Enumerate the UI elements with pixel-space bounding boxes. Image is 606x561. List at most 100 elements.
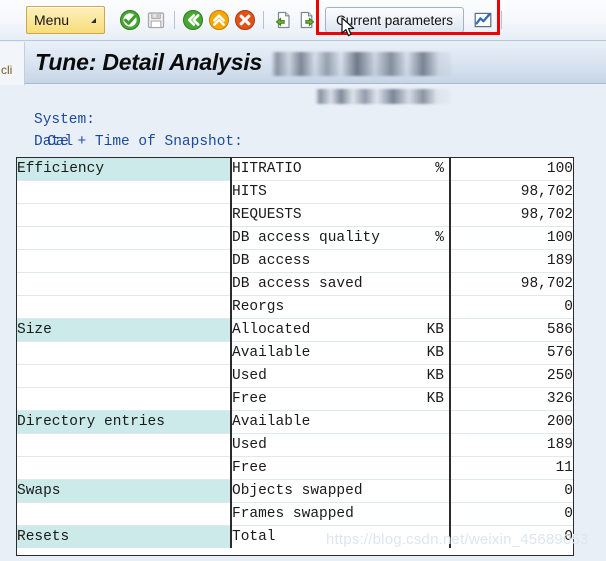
cell-category: Resets: [17, 525, 232, 548]
metric-name-text: Total: [232, 529, 276, 545]
cell-category: [17, 295, 232, 319]
cell-metric-name: Used: [231, 433, 451, 457]
save-icon: [145, 9, 167, 31]
metric-name-text: DB access: [232, 253, 311, 269]
table-row[interactable]: Used KB 250: [17, 364, 573, 388]
cell-metric-name: Reorgs: [231, 295, 451, 319]
table-row[interactable]: DB access 189: [17, 249, 573, 273]
metric-unit-text: KB: [426, 391, 444, 407]
cell-value: 0: [450, 479, 573, 503]
table-row[interactable]: DB access saved 98,702: [17, 272, 573, 296]
cell-value: 189: [450, 249, 573, 273]
table-row[interactable]: Free KB 326: [17, 387, 573, 411]
cell-category: [17, 249, 232, 273]
page-title-redacted-suffix: [271, 51, 452, 76]
metric-name-text: Allocated: [232, 322, 311, 338]
current-parameters-container: Current parameters: [316, 0, 500, 37]
toolbar-separator: [501, 11, 503, 29]
system-value-redacted: [315, 89, 450, 104]
cell-category: [17, 433, 232, 457]
metric-name-text: HITRATIO: [232, 161, 302, 177]
cell-value: 100: [450, 158, 573, 181]
table-row[interactable]: Directory entries Available 200: [17, 410, 573, 434]
back-icon[interactable]: [182, 9, 204, 31]
metric-name-text: Free: [232, 460, 267, 476]
table-row[interactable]: Frames swapped 0: [17, 502, 573, 526]
cell-category: [17, 502, 232, 526]
toolbar-separator: [263, 11, 264, 29]
cell-category: [17, 387, 232, 411]
cell-category: [17, 180, 232, 204]
metric-name-text: Reorgs: [232, 299, 285, 315]
cancel-icon[interactable]: [234, 9, 256, 31]
cell-metric-name: Used KB: [231, 364, 451, 388]
metric-name-text: DB access saved: [232, 276, 363, 292]
system-row: System: Cal: [25, 87, 95, 150]
cell-value: 189: [450, 433, 573, 457]
page-title: Tune: Detail Analysis: [35, 49, 263, 75]
metric-name-text: Used: [232, 368, 267, 384]
metric-name-text: REQUESTS: [232, 207, 302, 223]
cell-value: 98,702: [450, 180, 573, 204]
cell-category: Directory entries: [17, 410, 232, 434]
cell-category: Swaps: [17, 479, 232, 503]
table-row[interactable]: Swaps Objects swapped 0: [17, 479, 573, 503]
table-row[interactable]: Reorgs 0: [17, 295, 573, 319]
table-row[interactable]: HITS 98,702: [17, 180, 573, 204]
table-row[interactable]: Resets Total 0: [17, 525, 573, 548]
table-row[interactable]: Size Allocated KB 586: [17, 318, 573, 342]
cell-metric-name: DB access saved: [231, 272, 451, 296]
cell-value: 0: [450, 525, 573, 548]
check-icon[interactable]: [119, 9, 141, 31]
next-page-icon[interactable]: [297, 9, 319, 31]
cell-metric-name: Available: [231, 410, 451, 434]
chevron-down-icon: [91, 17, 96, 23]
snapshot-label: Date + Time of Snapshot:: [34, 134, 243, 150]
cell-value: 250: [450, 364, 573, 388]
metric-name-text: Frames swapped: [232, 506, 354, 522]
table-row[interactable]: DB access quality% 100: [17, 226, 573, 250]
cell-value: 0: [450, 295, 573, 319]
table-row[interactable]: REQUESTS 98,702: [17, 203, 573, 227]
cell-category: Efficiency: [17, 158, 232, 181]
table-body: Efficiency HITRATIO% 100 HITS 98,702 REQUESTS…: [17, 158, 573, 548]
cell-metric-name: HITS: [231, 180, 451, 204]
cell-category: [17, 272, 232, 296]
metric-name-text: Available: [232, 345, 311, 361]
metric-unit-text: %: [435, 230, 444, 246]
cell-value: 98,702: [450, 272, 573, 296]
metric-name-text: Objects swapped: [232, 483, 363, 499]
metric-unit-text: KB: [426, 345, 444, 361]
metric-unit-text: KB: [426, 368, 444, 384]
cell-category: [17, 203, 232, 227]
previous-page-icon[interactable]: [271, 9, 293, 31]
detail-analysis-table-frame: Efficiency HITRATIO% 100 HITS 98,702 REQUESTS…: [16, 157, 574, 556]
cell-value: 11: [450, 456, 573, 480]
cell-value: 100: [450, 226, 573, 250]
detail-analysis-table: Efficiency HITRATIO% 100 HITS 98,702 REQUESTS…: [17, 158, 573, 548]
cell-metric-name: DB access quality%: [231, 226, 451, 250]
cell-metric-name: HITRATIO%: [231, 158, 451, 181]
table-row[interactable]: Used 189: [17, 433, 573, 457]
cell-value: 326: [450, 387, 573, 411]
table-footer-strip: [17, 548, 573, 555]
cell-value: 586: [450, 318, 573, 342]
menu-button[interactable]: Menu: [26, 6, 105, 34]
menu-button-label: Menu: [34, 12, 70, 28]
cell-category: [17, 226, 232, 250]
cell-metric-name: Total: [231, 525, 451, 548]
cell-metric-name: Frames swapped: [231, 502, 451, 526]
table-row[interactable]: Efficiency HITRATIO% 100: [17, 158, 573, 181]
cell-metric-name: Free KB: [231, 387, 451, 411]
toolbar-left-gap: [0, 20, 26, 21]
cell-category: Size: [17, 318, 232, 342]
current-parameters-button[interactable]: Current parameters: [325, 7, 465, 33]
chart-icon[interactable]: [472, 9, 494, 31]
table-row[interactable]: Available KB 576: [17, 341, 573, 365]
table-row[interactable]: Free 11: [17, 456, 573, 480]
cell-value: 0: [450, 502, 573, 526]
cell-metric-name: Objects swapped: [231, 479, 451, 503]
metric-name-text: Used: [232, 437, 267, 453]
cell-metric-name: Allocated KB: [231, 318, 451, 342]
exit-icon[interactable]: [208, 9, 230, 31]
